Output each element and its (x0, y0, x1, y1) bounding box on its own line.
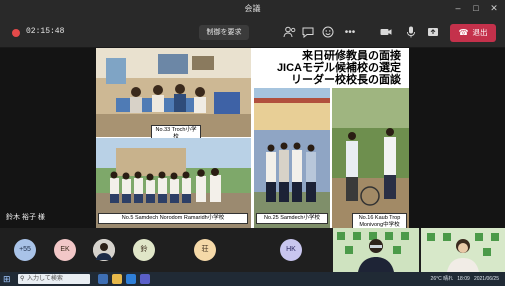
minimize-icon[interactable]: – (451, 2, 465, 15)
teams-app-icon[interactable] (140, 274, 150, 284)
share-screen-icon[interactable] (425, 25, 441, 41)
participant-avatar[interactable]: 荘 (194, 239, 216, 261)
meeting-timer: 02:15:48 (26, 27, 65, 36)
participants-icon[interactable] (282, 25, 298, 41)
file-explorer-icon[interactable] (112, 274, 122, 284)
maximize-icon[interactable]: □ (469, 2, 483, 15)
slide-title-line: 来日研修教員の面接 (302, 50, 401, 62)
slide-photo-school-teachers (254, 88, 330, 228)
participant-photo-avatar[interactable] (93, 239, 115, 261)
participant-avatar[interactable]: EK (54, 239, 76, 261)
windows-start-icon[interactable]: ⊞ (3, 274, 13, 284)
taskbar-search-input[interactable]: ⚲ 入力して検索 (18, 274, 90, 284)
participant-avatar[interactable]: HK (280, 239, 302, 261)
reactions-icon[interactable] (320, 25, 336, 41)
system-tray[interactable]: 26°C 晴れ 18:09 2021/06/25 (431, 275, 499, 282)
participant-overflow-avatar[interactable]: +55 (14, 239, 36, 261)
phone-icon: ☎ (458, 28, 469, 37)
more-options-icon[interactable]: ••• (342, 25, 358, 41)
search-placeholder: 入力して検索 (27, 276, 63, 282)
photo-caption: No.25 Samdech小学校 (256, 213, 328, 224)
window-title: 会議 (244, 4, 261, 13)
slide-photo-classroom (96, 48, 251, 137)
weather-text: 26°C 晴れ (430, 276, 454, 282)
slide-title-line: リーダー校校長の面談 (291, 74, 401, 86)
clock-time: 18:09 (457, 276, 470, 282)
clock-date: 2021/06/25 (473, 276, 499, 282)
recording-indicator-icon (12, 29, 20, 37)
close-icon[interactable]: ✕ (487, 2, 501, 15)
photo-caption: No.5 Samdech Norodom Ramaridh小学校 (98, 213, 248, 224)
participant-video-tile[interactable] (421, 228, 505, 272)
shared-slide: No.33 Troch小学校 来日研修教員の面接 JICAモデル候補校の選定 リ… (96, 48, 409, 228)
microphone-icon[interactable] (403, 25, 419, 41)
participant-video-tile[interactable] (333, 228, 419, 272)
meeting-toolbar: 02:15:48 制御を要求 ••• ☎ 退出 (0, 18, 505, 48)
windows-taskbar: ⊞ ⚲ 入力して検索 26°C 晴れ 18:09 2021/06/25 (0, 272, 505, 286)
presenter-name: 鈴木 裕子 様 (6, 214, 45, 221)
task-view-icon[interactable] (98, 274, 108, 284)
slide-title-line: JICAモデル候補校の選定 (276, 62, 401, 74)
participant-avatar[interactable]: 鈴 (133, 239, 155, 261)
slide-photo-interview (332, 88, 409, 228)
leave-button[interactable]: ☎ 退出 (450, 24, 496, 42)
camera-icon[interactable] (378, 25, 394, 41)
search-icon: ⚲ (20, 276, 25, 282)
chat-icon[interactable] (300, 25, 316, 41)
leave-label: 退出 (472, 28, 488, 37)
request-control-button[interactable]: 制御を要求 (199, 25, 249, 40)
photo-caption: No.16 Kaub Trop Monivong中学校 (352, 213, 407, 228)
window-titlebar: 会議 – □ ✕ (0, 0, 505, 18)
edge-browser-icon[interactable] (126, 274, 136, 284)
slide-title: 来日研修教員の面接 JICAモデル候補校の選定 リーダー校校長の面談 (246, 50, 401, 86)
